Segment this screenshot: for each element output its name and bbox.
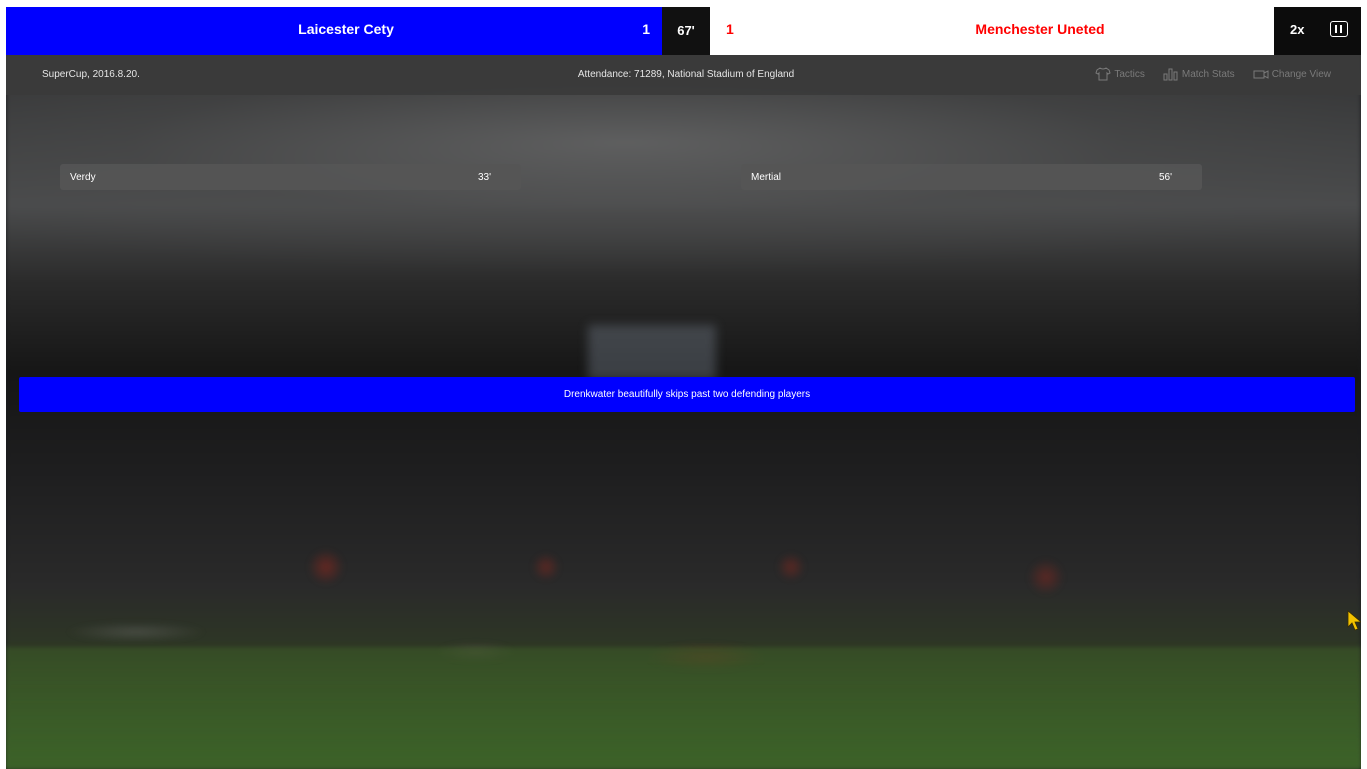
- change-view-label: Change View: [1271, 68, 1331, 80]
- match-stats-button[interactable]: Match Stats: [1163, 67, 1235, 81]
- match-menu: Tactics Match Stats Change View: [1095, 67, 1331, 81]
- home-team-panel: Laicester Cety 1: [6, 7, 662, 55]
- speed-button[interactable]: 2x: [1290, 22, 1304, 37]
- away-score: 1: [726, 21, 734, 37]
- match-screen: Laicester Cety 1 67' 1 Menchester Uneted…: [6, 7, 1361, 769]
- shirt-icon: [1095, 67, 1111, 81]
- home-team-name: Laicester Cety: [298, 21, 394, 37]
- tactics-button[interactable]: Tactics: [1095, 67, 1145, 81]
- match-info-bar: SuperCup, 2016.8.20. Attendance: 71289, …: [6, 55, 1361, 95]
- stadium-screen: [588, 325, 716, 380]
- away-scorer-minute: 56': [1158, 172, 1172, 183]
- tactics-label: Tactics: [1114, 68, 1145, 80]
- change-view-button[interactable]: Change View: [1253, 67, 1331, 81]
- home-score: 1: [642, 21, 650, 37]
- home-scorer-name: Verdy: [70, 172, 96, 183]
- home-goal-scorer: Verdy 33': [60, 164, 521, 190]
- away-team-name: Menchester Uneted: [975, 21, 1105, 37]
- commentary-banner: Drenkwater beautifully skips past two de…: [19, 377, 1355, 412]
- camera-icon: [1253, 68, 1269, 80]
- away-team-panel: 1 Menchester Uneted: [710, 7, 1274, 55]
- pause-icon[interactable]: [1330, 21, 1348, 37]
- scoreboard: Laicester Cety 1 67' 1 Menchester Uneted…: [6, 7, 1361, 55]
- bar-chart-icon: [1163, 67, 1179, 81]
- home-scorer-minute: 33': [477, 172, 491, 183]
- playback-controls: 2x: [1274, 7, 1361, 55]
- pitch: [6, 647, 1361, 769]
- mouse-cursor-icon: [1347, 610, 1361, 637]
- away-scorer-name: Mertial: [751, 172, 782, 183]
- away-goal-scorer: Mertial 56': [741, 164, 1202, 190]
- match-stats-label: Match Stats: [1181, 68, 1235, 80]
